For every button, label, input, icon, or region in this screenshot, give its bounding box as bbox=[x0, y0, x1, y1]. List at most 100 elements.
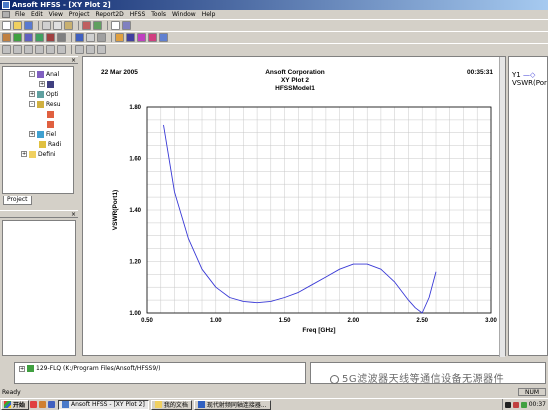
tree-item-optimetrics[interactable]: + Opti bbox=[29, 89, 59, 99]
results-folder-icon bbox=[37, 100, 44, 108]
xy-plot-window[interactable]: 22 Mar 2005 Ansoft Corporation XY Plot 2… bbox=[82, 56, 507, 357]
rotate-icon[interactable] bbox=[86, 33, 95, 42]
num-lock-indicator: NUM bbox=[518, 388, 546, 396]
polyline-icon[interactable] bbox=[46, 45, 55, 54]
message-manager: + 129-FLQ (K:/Program Files/Ansoft/HFSS9… bbox=[0, 360, 548, 388]
menu-hfss[interactable]: HFSS bbox=[127, 10, 148, 19]
spline-icon[interactable] bbox=[35, 45, 44, 54]
tray-icon[interactable] bbox=[520, 401, 527, 408]
tree-item-field-overlays[interactable]: + Fiel bbox=[29, 129, 56, 139]
expand-icon[interactable]: + bbox=[39, 81, 45, 87]
draw-cylinder-icon[interactable] bbox=[13, 33, 22, 42]
tree-item-definitions[interactable]: + Defini bbox=[21, 149, 56, 159]
close-icon[interactable]: × bbox=[71, 57, 76, 64]
draw-cone-icon[interactable] bbox=[46, 33, 55, 42]
select-icon[interactable] bbox=[2, 45, 11, 54]
tree-item-xy-plot-1[interactable] bbox=[47, 109, 56, 119]
menu-view[interactable]: View bbox=[46, 10, 66, 19]
undo-icon[interactable] bbox=[82, 21, 91, 30]
tab-project[interactable]: Project bbox=[3, 196, 32, 205]
y-tick-label: 1.00 bbox=[129, 311, 141, 317]
help-icon[interactable] bbox=[122, 21, 131, 30]
tree-item-results[interactable]: - Resu bbox=[29, 99, 61, 109]
tree-item-analysis[interactable]: - Anal bbox=[29, 69, 59, 79]
properties-area[interactable] bbox=[2, 220, 76, 356]
results-icon[interactable] bbox=[137, 33, 146, 42]
print-icon[interactable] bbox=[111, 21, 120, 30]
copy-icon[interactable] bbox=[53, 21, 62, 30]
project-tree[interactable]: - Anal + + Opti - Resu + Fiel Radi + Def… bbox=[2, 66, 74, 194]
chart-series bbox=[163, 124, 437, 314]
new-file-icon[interactable] bbox=[2, 21, 11, 30]
quicklaunch-icon[interactable] bbox=[39, 401, 47, 408]
properties-panel-titlebar[interactable]: × bbox=[0, 210, 78, 218]
expand-icon[interactable]: + bbox=[29, 91, 35, 97]
tree-item-setup[interactable]: + bbox=[39, 79, 56, 89]
message-item[interactable]: + 129-FLQ (K:/Program Files/Ansoft/HFSS9… bbox=[19, 365, 161, 372]
paste-icon[interactable] bbox=[64, 21, 73, 30]
field-overlay-icon[interactable] bbox=[148, 33, 157, 42]
vertical-scrollbar[interactable] bbox=[499, 57, 505, 357]
close-icon[interactable]: × bbox=[71, 211, 76, 218]
quicklaunch-icon[interactable] bbox=[48, 401, 56, 408]
draw-torus-icon[interactable] bbox=[35, 33, 44, 42]
xy-plot-icon bbox=[47, 110, 54, 118]
report-icon[interactable] bbox=[159, 33, 168, 42]
expand-icon[interactable]: + bbox=[21, 151, 27, 157]
collapse-icon[interactable]: - bbox=[29, 101, 35, 107]
task-document[interactable]: 现代射频同轴连接器... bbox=[193, 399, 271, 410]
tree-item-xy-plot-2[interactable] bbox=[47, 119, 56, 129]
toolbar-separator bbox=[107, 21, 108, 30]
collapse-icon[interactable]: - bbox=[29, 71, 35, 77]
line-icon[interactable] bbox=[13, 45, 22, 54]
menu-project[interactable]: Project bbox=[66, 10, 93, 19]
legend-panel: Y1 —◇ VSWR(Port1 bbox=[508, 56, 548, 356]
tree-item-radiation[interactable]: Radi bbox=[39, 139, 61, 149]
arc-icon[interactable] bbox=[24, 45, 33, 54]
menu-report2d[interactable]: Report2D bbox=[92, 10, 126, 19]
x-tick-label: 0.50 bbox=[141, 318, 153, 324]
zoom-icon[interactable] bbox=[97, 33, 106, 42]
tray-icon[interactable] bbox=[512, 401, 519, 408]
properties-panel: × bbox=[0, 210, 78, 358]
toolbar-standard bbox=[0, 19, 548, 31]
menu-help[interactable]: Help bbox=[199, 10, 219, 19]
menu-bar: File Edit View Project Report2D HFSS Too… bbox=[0, 10, 548, 19]
cut-icon[interactable] bbox=[42, 21, 51, 30]
plot-company: Ansoft Corporation bbox=[265, 69, 325, 76]
plot-date: 22 Mar 2005 bbox=[101, 69, 138, 76]
analyze-icon[interactable] bbox=[126, 33, 135, 42]
open-folder-icon[interactable] bbox=[13, 21, 22, 30]
draw-helix-icon[interactable] bbox=[57, 33, 66, 42]
ellipse-icon[interactable] bbox=[86, 45, 95, 54]
expand-icon[interactable]: + bbox=[19, 365, 25, 372]
word-icon bbox=[197, 401, 205, 408]
rectangle-icon[interactable] bbox=[75, 45, 84, 54]
input-method-icon[interactable] bbox=[504, 401, 511, 408]
validate-icon[interactable] bbox=[115, 33, 124, 42]
menu-tools[interactable]: Tools bbox=[148, 10, 169, 19]
redo-icon[interactable] bbox=[93, 21, 102, 30]
window-titlebar[interactable]: Ansoft HFSS - [XY Plot 2] bbox=[0, 0, 548, 10]
pan-icon[interactable] bbox=[75, 33, 84, 42]
regular-polygon-icon[interactable] bbox=[97, 45, 106, 54]
project-panel-titlebar[interactable]: × bbox=[0, 56, 78, 64]
circle-icon[interactable] bbox=[57, 45, 66, 54]
start-button[interactable]: 开始 bbox=[1, 399, 30, 410]
draw-sphere-icon[interactable] bbox=[24, 33, 33, 42]
window-title: Ansoft HFSS - [XY Plot 2] bbox=[12, 1, 111, 9]
menu-edit[interactable]: Edit bbox=[28, 10, 46, 19]
legend-line-icon: —◇ bbox=[522, 71, 536, 79]
menu-file[interactable]: File bbox=[12, 10, 28, 19]
x-tick-label: 2.50 bbox=[416, 318, 428, 324]
quicklaunch-icon[interactable] bbox=[30, 401, 38, 408]
vswr-chart[interactable]: 22 Mar 2005 Ansoft Corporation XY Plot 2… bbox=[83, 57, 507, 357]
task-hfss[interactable]: Ansoft HFSS - [XY Plot 2] bbox=[58, 399, 149, 410]
message-list[interactable]: + 129-FLQ (K:/Program Files/Ansoft/HFSS9… bbox=[14, 362, 306, 384]
save-icon[interactable] bbox=[24, 21, 33, 30]
hfss-app-icon bbox=[62, 401, 70, 408]
menu-window[interactable]: Window bbox=[169, 10, 199, 19]
task-my-documents[interactable]: 我的文档 bbox=[150, 399, 192, 410]
expand-icon[interactable]: + bbox=[29, 131, 35, 137]
draw-box-icon[interactable] bbox=[2, 33, 11, 42]
